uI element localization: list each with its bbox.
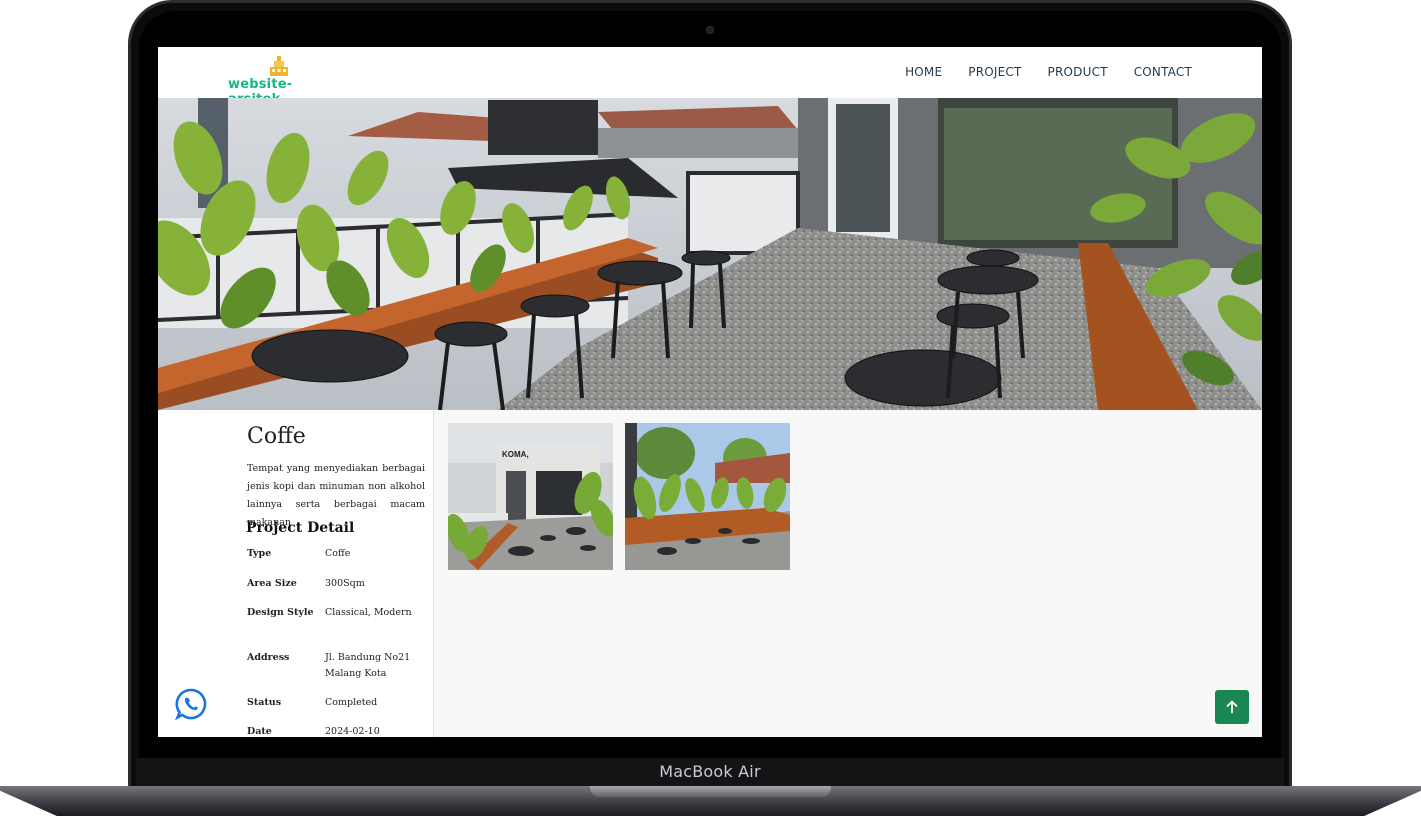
detail-row-date: Date 2024-02-10 (247, 724, 427, 737)
navbar: website-arsitek HOME PROJECT PRODUCT CON… (158, 47, 1262, 107)
project-detail-table: Type Coffe Area Size 300Sqm Design Style… (247, 546, 427, 737)
scroll-top-button[interactable] (1215, 690, 1249, 724)
device-label: MacBook Air (136, 758, 1284, 786)
project-title: Coffe (247, 424, 306, 449)
camera-icon (706, 26, 714, 34)
detail-key: Area Size (247, 578, 297, 589)
detail-key: Type (247, 548, 272, 559)
shop-sign-text: KOMA, (502, 450, 529, 459)
project-detail-heading: Project Detail (246, 520, 355, 536)
detail-key: Address (247, 652, 290, 663)
detail-value: Jl. Bandung No21 Malang Kota (325, 652, 411, 679)
building-logo-icon (270, 56, 288, 76)
nav-home[interactable]: HOME (905, 65, 942, 79)
nav-product[interactable]: PRODUCT (1048, 65, 1108, 79)
detail-key: Date (247, 726, 272, 737)
whatsapp-button[interactable] (174, 687, 208, 721)
main-nav: HOME PROJECT PRODUCT CONTACT (905, 65, 1192, 79)
detail-row-style: Design Style Classical, Modern (247, 605, 427, 650)
gallery-thumbnail-1[interactable]: KOMA, (448, 423, 613, 570)
project-content: Coffe Tempat yang menyediakan berbagai j… (158, 410, 1262, 737)
site-logo[interactable]: website-arsitek (228, 55, 338, 107)
whatsapp-icon (174, 688, 207, 721)
detail-key: Status (247, 697, 282, 708)
detail-row-type: Type Coffe (247, 546, 427, 576)
detail-key: Design Style (247, 607, 314, 618)
detail-value: 2024-02-10 (325, 726, 380, 737)
detail-value: Coffe (325, 548, 351, 559)
nav-project[interactable]: PROJECT (968, 65, 1021, 79)
arrow-up-icon (1226, 700, 1238, 714)
detail-row-status: Status Completed (247, 695, 427, 724)
detail-value: 300Sqm (325, 578, 365, 589)
detail-row-address: Address Jl. Bandung No21 Malang Kota (247, 650, 427, 695)
nav-contact[interactable]: CONTACT (1134, 65, 1192, 79)
detail-value: Classical, Modern (325, 607, 412, 618)
detail-value: Completed (325, 697, 378, 708)
hero-image (158, 98, 1262, 410)
browser-screen: website-arsitek HOME PROJECT PRODUCT CON… (158, 47, 1262, 737)
gallery-panel: KOMA, (434, 410, 1262, 737)
detail-row-area: Area Size 300Sqm (247, 576, 427, 605)
gallery-thumbnail-2[interactable] (625, 423, 790, 570)
laptop-notch (590, 786, 831, 797)
